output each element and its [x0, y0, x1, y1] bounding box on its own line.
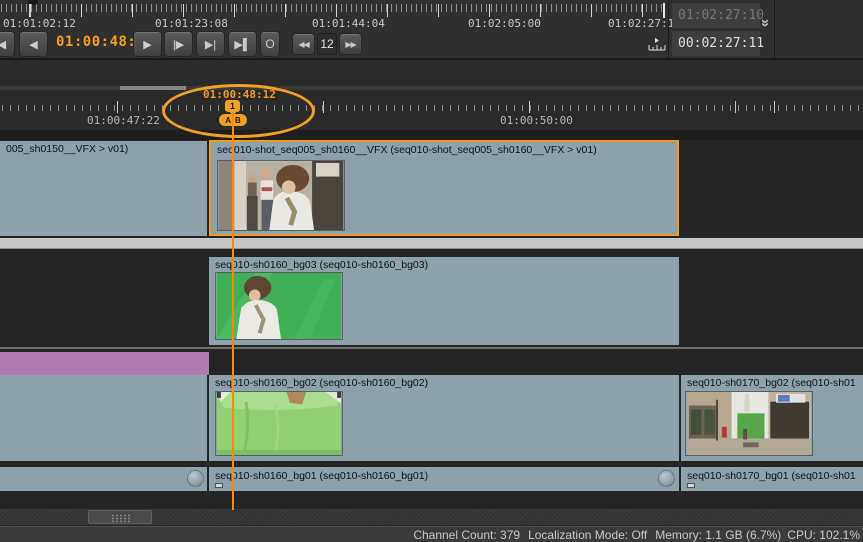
clip-label: seq010-sh0170_bg02 (seq010-sh01	[687, 377, 856, 389]
horizontal-scrollbar-thumb[interactable]	[88, 510, 152, 524]
status-localization-mode: Localization Mode: Off	[528, 528, 647, 542]
ruler-label: 01:01:02:12	[3, 17, 76, 30]
playhead-position-indicator[interactable]	[232, 112, 234, 510]
clip-sh0160-vfx-selected[interactable]: seq010-shot_seq005_sh0160__VFX (seq010-s…	[209, 140, 679, 236]
toolbar-divider	[668, 0, 669, 60]
go-to-next-edit-icon: ▶|	[205, 38, 216, 51]
timeline-ruler-region: 01:00:48:12 1 AB 01:00:47:22 01:00:50:00	[0, 60, 863, 140]
fast-forward-icon: ▶▶	[345, 40, 355, 49]
track-separator	[0, 347, 863, 349]
go-to-next-edit-button[interactable]: ▶|	[196, 31, 225, 57]
go-to-previous-edit-icon: |◀	[0, 38, 6, 51]
clip-bg01-left[interactable]	[0, 467, 207, 491]
clip-sh0160-bg03[interactable]: seq010-sh0160_bg03 (seq010-sh0160_bg03)	[209, 257, 679, 345]
sequence-ruler-ticks[interactable]	[0, 4, 664, 18]
frame-offset-field[interactable]: 12	[317, 33, 337, 55]
ruler-label: 01:00:50:00	[500, 114, 573, 127]
mark-clip-ruler-icon[interactable]	[648, 37, 666, 51]
avid-timeline-window: 01:01:02:12 01:01:23:08 01:01:44:04 01:0…	[0, 0, 863, 542]
timeline-ruler-ticks[interactable]	[0, 101, 863, 113]
play-in-to-out-button[interactable]: |▶	[164, 31, 193, 57]
clip-thumbnail	[685, 391, 813, 456]
clip-sh0160-bg01[interactable]: seq010-sh0160_bg01 (seq010-sh0160_bg01)	[209, 467, 679, 491]
locked-track-band	[0, 238, 863, 249]
step-backward-button[interactable]: ◀	[19, 31, 48, 57]
status-cpu: CPU: 102.1%	[787, 528, 860, 542]
annotation-ellipse	[162, 84, 315, 138]
render-badge-icon	[687, 483, 695, 488]
clip-thumbnail	[217, 160, 345, 231]
clip-label: seq010-sh0160_bg03 (seq010-sh0160_bg03)	[215, 259, 428, 271]
frame-offset-value: 12	[320, 37, 333, 51]
timeline-track-area: 005_sh0150__VFX > v01) seq010-shot_seq00…	[0, 140, 863, 508]
clip-sh0150-vfx[interactable]: 005_sh0150__VFX > v01)	[0, 141, 207, 236]
rewind-icon: ◀◀	[298, 40, 308, 49]
clip-sh0170-bg01[interactable]: seq010-sh0170_bg01 (seq010-sh01	[681, 467, 863, 491]
go-to-end-icon: ▶▌	[234, 38, 250, 51]
overwrite-button[interactable]: O	[260, 31, 280, 57]
motion-adapter-icon	[187, 470, 204, 487]
master-timecode-display: 00:02:27:11	[672, 31, 760, 56]
clip-purple[interactable]	[0, 352, 209, 375]
motion-adapter-icon	[658, 470, 675, 487]
status-channel-count: Channel Count: 379	[413, 528, 520, 542]
clip-label: seq010-shot_seq005_sh0160__VFX (seq010-s…	[217, 144, 597, 156]
overwrite-label: O	[265, 37, 274, 51]
ruler-label: 01:02:05:00	[468, 17, 541, 30]
zoom-scroll-thumb[interactable]	[120, 86, 186, 90]
ruler-end-cursor	[663, 3, 665, 18]
clip-label: 005_sh0150__VFX > v01)	[6, 143, 128, 155]
step-backward-icon: ◀	[29, 38, 37, 51]
duration-timecode-display: 01:02:27:10	[672, 3, 760, 28]
collapse-chevron-icon[interactable]: »	[756, 14, 774, 30]
go-to-previous-edit-button[interactable]: |◀	[0, 31, 15, 57]
render-badge-icon	[215, 483, 223, 488]
rewind-button[interactable]: ◀◀	[292, 33, 315, 55]
fast-forward-button[interactable]: ▶▶	[339, 33, 362, 55]
clip-sh0170-bg02[interactable]: seq010-sh0170_bg02 (seq010-sh01	[681, 375, 863, 461]
clip-bg02-left[interactable]	[0, 375, 207, 461]
clip-thumbnail	[215, 272, 343, 340]
ruler-label: 01:01:44:04	[312, 17, 385, 30]
clip-label: seq010-sh0160_bg01 (seq010-sh0160_bg01)	[215, 470, 428, 482]
status-bar: Channel Count: 379 Localization Mode: Of…	[0, 526, 863, 542]
clip-label: seq010-sh0170_bg01 (seq010-sh01	[687, 470, 856, 482]
go-to-end-button[interactable]: ▶▌	[228, 31, 257, 57]
play-button[interactable]: ▶	[133, 31, 162, 57]
play-icon: ▶	[143, 38, 151, 51]
ruler-label: 01:01:23:08	[155, 17, 228, 30]
ruler-track-divider	[0, 130, 863, 140]
timecode-toolbar: 01:01:02:12 01:01:23:08 01:01:44:04 01:0…	[0, 0, 863, 60]
ruler-label: 01:02:27:10	[608, 17, 681, 30]
status-memory: Memory: 1.1 GB (6.7%)	[655, 528, 781, 542]
clip-thumbnail	[215, 391, 343, 456]
toolbar-divider	[774, 0, 775, 60]
play-in-to-out-icon: |▶	[173, 38, 184, 51]
clip-label: seq010-sh0160_bg02 (seq010-sh0160_bg02)	[215, 377, 428, 389]
ruler-label: 01:00:47:22	[87, 114, 160, 127]
clip-sh0160-bg02[interactable]: seq010-sh0160_bg02 (seq010-sh0160_bg02)	[209, 375, 679, 461]
scrollbar-grip-dots	[111, 514, 131, 522]
